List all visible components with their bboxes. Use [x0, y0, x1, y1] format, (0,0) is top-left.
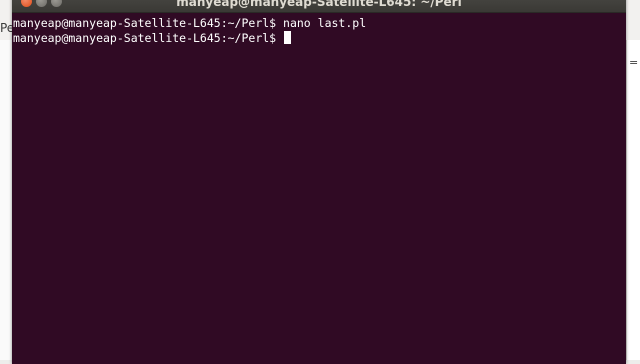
terminal-line: manyeap@manyeap-Satellite-L645:~/Perl$ [13, 31, 626, 46]
terminal-output[interactable]: manyeap@manyeap-Satellite-L645:~/Perl$ n… [12, 13, 626, 364]
command-text: nano last.pl [283, 16, 367, 30]
window-title: manyeap@manyeap-Satellite-L645: ~/Perl [176, 0, 462, 9]
background-right-partial-text: = [629, 56, 639, 69]
background-right-panel [626, 40, 640, 360]
prompt: manyeap@manyeap-Satellite-L645:~/Perl$ [13, 31, 284, 45]
terminal-window[interactable]: manyeap@manyeap-Satellite-L645: ~/Perl m… [12, 0, 626, 364]
background-partial-text: Pe [0, 21, 12, 35]
prompt: manyeap@manyeap-Satellite-L645:~/Perl$ [13, 16, 284, 30]
text-cursor [284, 31, 292, 44]
terminal-line: manyeap@manyeap-Satellite-L645:~/Perl$ n… [13, 16, 626, 31]
background-left-strip [0, 40, 12, 360]
title-bar[interactable]: manyeap@manyeap-Satellite-L645: ~/Perl [12, 0, 626, 13]
